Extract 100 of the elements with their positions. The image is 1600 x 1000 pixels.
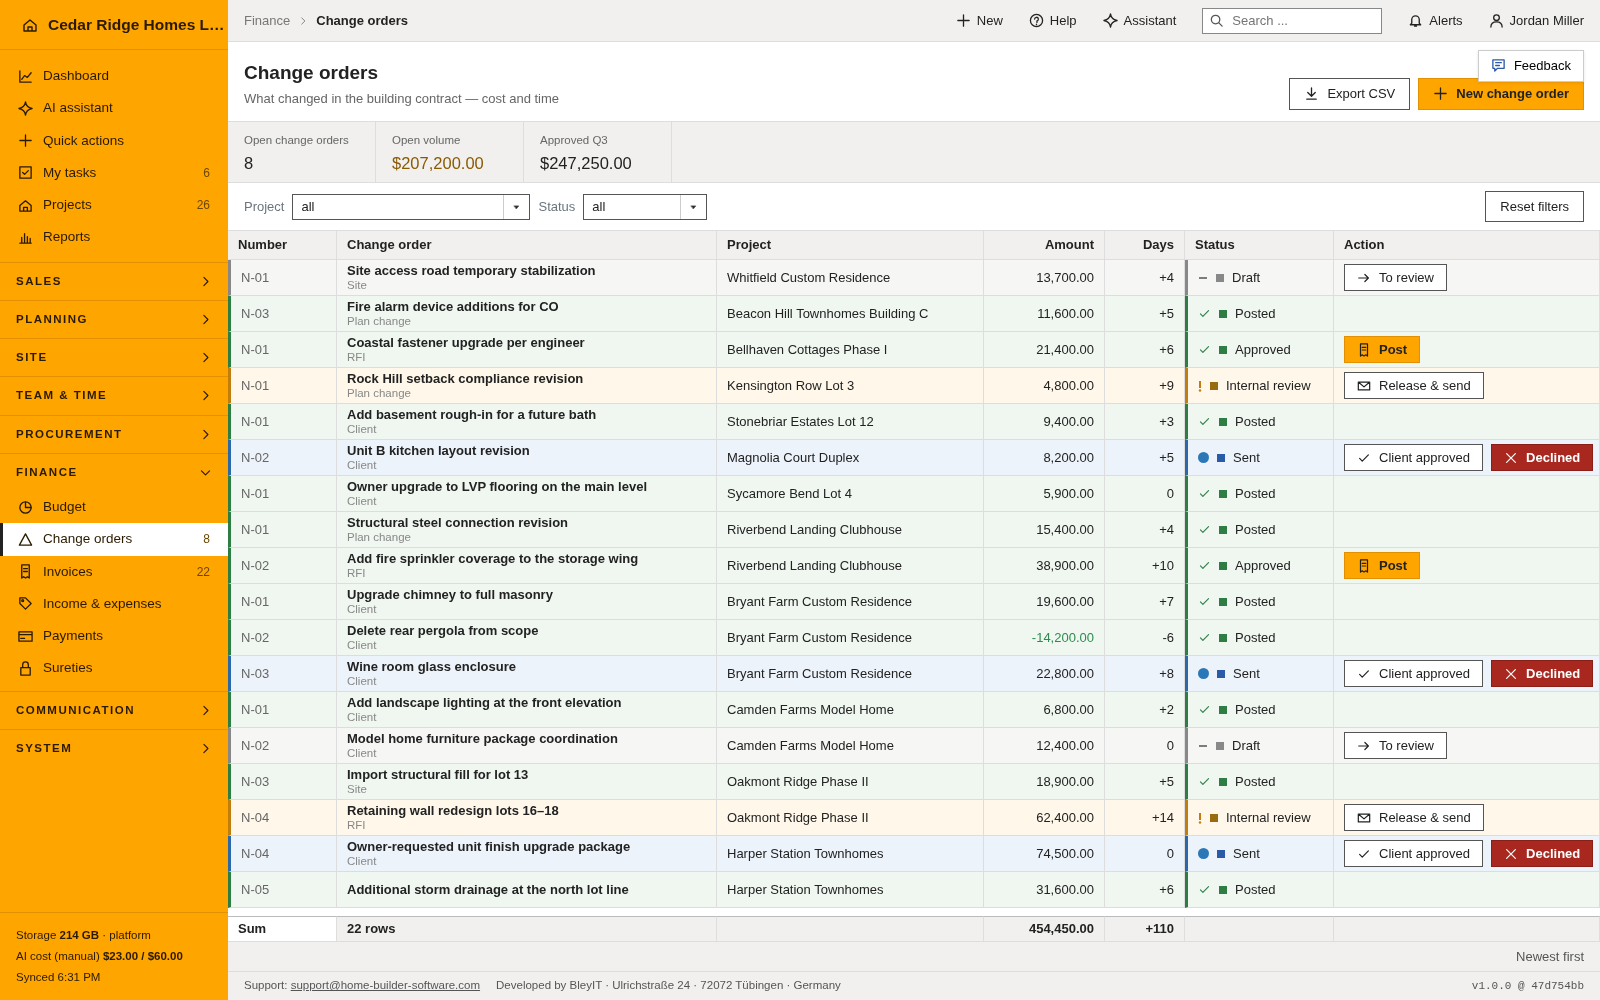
envelope-icon xyxy=(1357,810,1371,825)
envelope-icon xyxy=(1357,378,1371,393)
change-order-title[interactable]: Owner upgrade to LVP flooring on the main level xyxy=(347,479,647,494)
category-label: Client xyxy=(347,458,377,472)
status-square-icon xyxy=(1210,813,1218,822)
kpi-value: $207,200.00 xyxy=(392,153,485,175)
change-order-title[interactable]: Add basement rough-in for a future bath xyxy=(347,407,597,422)
change-order-title[interactable]: Import structural fill for lot 13 xyxy=(347,767,529,782)
brand-name[interactable]: Cedar Ridge Homes L… xyxy=(48,12,225,37)
search-icon xyxy=(1209,13,1225,28)
change-order-title[interactable]: Structural steel connection revision xyxy=(347,515,569,530)
export-button[interactable]: Export CSV xyxy=(1289,78,1411,110)
category-label: Client xyxy=(347,422,377,436)
change-order-title[interactable]: Add fire sprinkler coverage to the storage wing xyxy=(347,551,639,566)
post-button[interactable]: Post xyxy=(1344,551,1421,580)
alerts-button[interactable]: Alerts xyxy=(1408,10,1463,31)
breadcrumb-link[interactable]: Finance xyxy=(244,10,291,31)
column-header[interactable]: Change order xyxy=(337,231,717,260)
column-header[interactable]: Amount xyxy=(984,231,1105,260)
sidebar-item[interactable]: AI assistant xyxy=(0,92,228,125)
change-order-title[interactable]: Delete rear pergola from scope xyxy=(347,623,539,638)
section-header[interactable]: PLANNING xyxy=(0,299,228,338)
section-header[interactable]: PROCUREMENT xyxy=(0,414,228,453)
approve-button[interactable]: Client approved xyxy=(1344,659,1484,688)
new-button[interactable]: New change order xyxy=(1418,78,1584,110)
sidebar-item[interactable]: Budget xyxy=(0,491,228,524)
category-label: Site xyxy=(347,278,367,292)
sidebar-item[interactable]: Quick actions xyxy=(0,124,228,157)
filter-select[interactable]: all xyxy=(292,193,531,220)
receipt-icon xyxy=(1357,558,1371,573)
change-order-title[interactable]: Upgrade chimney to full masonry xyxy=(347,587,553,602)
sidebar-item[interactable]: Payments xyxy=(0,620,228,653)
change-order-title[interactable]: Wine room glass enclosure xyxy=(347,659,516,674)
filter-select[interactable]: all xyxy=(583,193,708,220)
column-header[interactable]: Days xyxy=(1105,231,1185,260)
category-label: Plan change xyxy=(347,314,411,328)
house-icon xyxy=(18,197,33,213)
send-button[interactable]: Release & send xyxy=(1344,803,1484,832)
reset-button[interactable]: Reset filters xyxy=(1485,190,1584,223)
email-link[interactable]: support@home-builder-software.com xyxy=(290,979,481,992)
section-header[interactable]: FINANCE xyxy=(0,452,228,491)
approve-button[interactable]: Client approved xyxy=(1344,443,1484,472)
change-order-title[interactable]: Unit B kitchen layout revision xyxy=(347,443,530,458)
sidebar-item[interactable]: Dashboard xyxy=(0,60,228,93)
check-icon xyxy=(1198,307,1211,320)
send-button[interactable]: Release & send xyxy=(1344,371,1484,400)
sidebar-item[interactable]: Income & expenses xyxy=(0,587,228,620)
review-button[interactable]: To review xyxy=(1344,263,1447,292)
user-menu[interactable]: Jordan Miller xyxy=(1488,10,1584,31)
decline-button[interactable]: Declined xyxy=(1491,839,1594,868)
section-header[interactable]: TEAM & TIME xyxy=(0,376,228,415)
change-order-title[interactable]: Site access road temporary stabilization xyxy=(347,263,596,278)
sidebar-item[interactable]: Reports xyxy=(0,221,228,254)
change-order-title[interactable]: Retaining wall redesign lots 16–18 xyxy=(347,803,559,818)
section-header[interactable]: SYSTEM xyxy=(0,728,228,767)
exclamation-icon xyxy=(1198,811,1202,824)
status-square-icon xyxy=(1210,381,1218,390)
sidebar-item[interactable]: Change orders 8 xyxy=(0,523,228,556)
sort-order[interactable]: Newest first xyxy=(1516,946,1584,967)
column-header[interactable]: Status xyxy=(1185,231,1334,260)
column-header[interactable]: Number xyxy=(228,231,337,260)
change-order-title[interactable]: Owner-requested unit finish upgrade package xyxy=(347,839,631,854)
section-header[interactable]: COMMUNICATION xyxy=(0,690,228,729)
approve-button[interactable]: Client approved xyxy=(1344,839,1484,868)
chart-icon xyxy=(18,68,33,84)
search-field[interactable]: Search ... xyxy=(1202,7,1383,34)
bell-icon xyxy=(1408,13,1424,28)
decline-button[interactable]: Declined xyxy=(1491,659,1594,688)
sidebar-item[interactable]: Invoices 22 xyxy=(0,555,228,588)
developer-info: Developed by BleyIT · Ulrichstraße 24 · 72072 Tübingen · Germany xyxy=(496,978,841,994)
checkbox-icon xyxy=(18,165,33,181)
dot-icon xyxy=(1198,452,1209,463)
section-header[interactable]: SALES xyxy=(0,261,228,300)
kpi-label: Open change orders xyxy=(244,133,350,148)
change-order-title[interactable]: Fire alarm device additions for CO xyxy=(347,299,559,314)
change-order-title[interactable]: Add landscape lighting at the front elevation xyxy=(347,695,622,710)
column-header[interactable]: Project xyxy=(717,231,984,260)
status-label: Approved xyxy=(1235,556,1291,575)
toolbar-button[interactable]: Help xyxy=(1028,10,1077,31)
review-button[interactable]: To review xyxy=(1344,731,1447,760)
section-header[interactable]: SITE xyxy=(0,338,228,377)
toolbar-button[interactable]: Assistant xyxy=(1102,10,1177,31)
close-icon xyxy=(1504,846,1519,861)
change-order-title[interactable]: Additional storm drainage at the north lot line xyxy=(347,882,629,897)
sidebar-item[interactable]: My tasks 6 xyxy=(0,156,228,189)
change-order-title[interactable]: Coastal fastener upgrade per engineer xyxy=(347,335,585,350)
column-header[interactable]: Action xyxy=(1334,231,1600,260)
table-cell: Harper Station Townhomes xyxy=(717,872,984,908)
decline-button[interactable]: Declined xyxy=(1491,443,1594,472)
sparkle-icon xyxy=(1102,13,1118,28)
change-order-title[interactable]: Rock Hill setback compliance revision xyxy=(347,371,584,386)
post-button[interactable]: Post xyxy=(1344,335,1421,364)
toolbar-button[interactable]: New xyxy=(955,10,1003,31)
page-title: Change orders xyxy=(244,62,380,85)
sidebar-note: Synced 6:31 PM xyxy=(16,970,102,985)
sidebar-item[interactable]: Sureties xyxy=(0,652,228,685)
feedback-button[interactable]: Feedback xyxy=(1477,50,1584,82)
change-order-title[interactable]: Model home furniture package coordination xyxy=(347,731,618,746)
search-input[interactable]: Search ... xyxy=(1230,9,1371,32)
sidebar-item[interactable]: Projects 26 xyxy=(0,189,228,222)
